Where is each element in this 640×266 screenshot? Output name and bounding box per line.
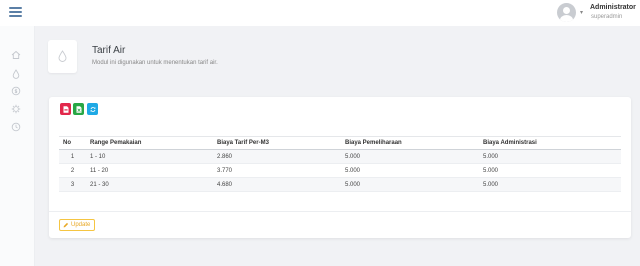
col-header-administrasi[interactable]: Biaya Administrasi [479,136,621,150]
cell-administrasi: 5.000 [479,177,621,192]
cell-range: 21 - 30 [86,177,213,192]
cell-tarif: 2.860 [213,149,341,164]
cell-no: 2 [59,163,86,178]
user-name[interactable]: Administrator [590,4,636,11]
sidebar [0,26,35,266]
export-pdf-button[interactable] [60,103,71,115]
page-header [35,26,640,86]
cell-tarif: 4.680 [213,177,341,192]
cell-pemeliharaan: 5.000 [341,177,479,192]
cell-pemeliharaan: 5.000 [341,163,479,178]
cell-administrasi: 5.000 [479,163,621,178]
cell-administrasi: 5.000 [479,149,621,164]
update-button[interactable]: Update [59,219,95,231]
gear-icon[interactable] [11,104,21,114]
cell-no: 1 [59,149,86,164]
file-pdf-icon [63,105,68,113]
clock-icon[interactable] [11,122,21,132]
file-excel-icon [76,105,81,113]
update-button-label: Update [71,222,91,228]
tariff-table: No Range Pemakaian Biaya Tarif Per-M3 Bi… [59,136,621,192]
col-header-no[interactable]: No [59,136,86,150]
cell-range: 11 - 20 [86,163,213,178]
cell-range: 1 - 10 [86,149,213,164]
table-row[interactable]: 2 11 - 20 3.770 5.000 5.000 [59,163,621,178]
cell-pemeliharaan: 5.000 [341,149,479,164]
divider [49,211,631,212]
col-header-pemeliharaan[interactable]: Biaya Pemeliharaan [341,136,479,150]
user-role: superadmin [591,14,623,20]
cell-tarif: 3.770 [213,163,341,178]
cell-no: 3 [59,177,86,192]
pencil-icon [63,222,69,228]
user-avatar-icon[interactable] [557,3,576,22]
table-row[interactable]: 3 21 - 30 4.680 5.000 5.000 [59,177,621,192]
chevron-down-icon[interactable]: ▾ [580,9,583,16]
table-header-row: No Range Pemakaian Biaya Tarif Per-M3 Bi… [59,136,621,150]
col-header-tarif[interactable]: Biaya Tarif Per-M3 [213,136,341,150]
refresh-button[interactable] [87,103,98,115]
water-drop-icon [48,40,77,73]
page-title: Tarif Air [92,45,126,56]
table-row[interactable]: 1 1 - 10 2.860 5.000 5.000 [59,149,621,164]
page-subtitle: Modul ini digunakan untuk menentukan tar… [92,60,218,66]
money-icon[interactable] [11,86,21,96]
export-excel-button[interactable] [73,103,84,115]
hamburger-icon[interactable] [9,7,22,17]
refresh-icon [90,106,95,112]
drop-icon[interactable] [11,69,21,79]
col-header-range[interactable]: Range Pemakaian [86,136,213,150]
top-navbar: ▾ Administrator superadmin [0,0,640,26]
home-icon[interactable] [11,50,21,60]
